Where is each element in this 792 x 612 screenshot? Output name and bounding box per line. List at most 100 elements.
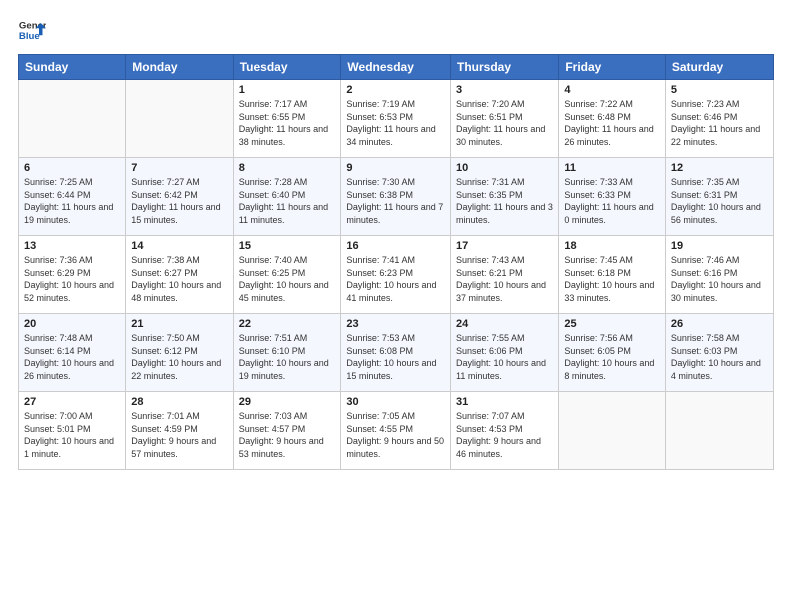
day-number: 22 (239, 318, 336, 330)
logo: General Blue (18, 16, 46, 44)
day-number: 4 (564, 84, 660, 96)
day-info: Sunrise: 7:28 AMSunset: 6:40 PMDaylight:… (239, 176, 336, 226)
header: General Blue (18, 16, 774, 44)
day-info: Sunrise: 7:51 AMSunset: 6:10 PMDaylight:… (239, 332, 336, 382)
day-number: 11 (564, 162, 660, 174)
day-info: Sunrise: 7:30 AMSunset: 6:38 PMDaylight:… (346, 176, 445, 226)
day-info: Sunrise: 7:03 AMSunset: 4:57 PMDaylight:… (239, 410, 336, 460)
day-info: Sunrise: 7:48 AMSunset: 6:14 PMDaylight:… (24, 332, 120, 382)
day-number: 19 (671, 240, 768, 252)
day-info: Sunrise: 7:19 AMSunset: 6:53 PMDaylight:… (346, 98, 445, 148)
day-cell: 21 Sunrise: 7:50 AMSunset: 6:12 PMDayligh… (126, 314, 233, 392)
day-info: Sunrise: 7:55 AMSunset: 6:06 PMDaylight:… (456, 332, 553, 382)
day-number: 26 (671, 318, 768, 330)
day-number: 24 (456, 318, 553, 330)
day-number: 20 (24, 318, 120, 330)
day-cell: 7 Sunrise: 7:27 AMSunset: 6:42 PMDaylight… (126, 158, 233, 236)
day-info: Sunrise: 7:33 AMSunset: 6:33 PMDaylight:… (564, 176, 660, 226)
day-cell: 18 Sunrise: 7:45 AMSunset: 6:18 PMDayligh… (559, 236, 666, 314)
day-info: Sunrise: 7:50 AMSunset: 6:12 PMDaylight:… (131, 332, 227, 382)
day-cell (126, 80, 233, 158)
week-row-1: 1 Sunrise: 7:17 AMSunset: 6:55 PMDaylight… (19, 80, 774, 158)
week-row-4: 20 Sunrise: 7:48 AMSunset: 6:14 PMDayligh… (19, 314, 774, 392)
day-cell: 28 Sunrise: 7:01 AMSunset: 4:59 PMDayligh… (126, 392, 233, 470)
day-number: 18 (564, 240, 660, 252)
day-number: 7 (131, 162, 227, 174)
day-info: Sunrise: 7:45 AMSunset: 6:18 PMDaylight:… (564, 254, 660, 304)
day-cell: 27Sunrise: 7:00 AMSunset: 5:01 PMDayligh… (19, 392, 126, 470)
day-cell (665, 392, 773, 470)
day-cell: 23Sunrise: 7:53 AMSunset: 6:08 PMDayligh… (341, 314, 451, 392)
day-cell: 16Sunrise: 7:41 AMSunset: 6:23 PMDayligh… (341, 236, 451, 314)
day-number: 17 (456, 240, 553, 252)
day-number: 21 (131, 318, 227, 330)
day-cell: 17 Sunrise: 7:43 AMSunset: 6:21 PMDayligh… (451, 236, 559, 314)
calendar-page: General Blue SundayMondayTuesdayWednesda… (0, 0, 792, 612)
day-cell: 8 Sunrise: 7:28 AMSunset: 6:40 PMDaylight… (233, 158, 341, 236)
day-number: 5 (671, 84, 768, 96)
day-number: 8 (239, 162, 336, 174)
day-info: Sunrise: 7:31 AMSunset: 6:35 PMDaylight:… (456, 176, 553, 226)
day-number: 29 (239, 396, 336, 408)
day-cell: 2 Sunrise: 7:19 AMSunset: 6:53 PMDaylight… (341, 80, 451, 158)
day-info: Sunrise: 7:27 AMSunset: 6:42 PMDaylight:… (131, 176, 227, 226)
day-cell: 19 Sunrise: 7:46 AMSunset: 6:16 PMDayligh… (665, 236, 773, 314)
day-number: 25 (564, 318, 660, 330)
day-number: 27 (24, 396, 120, 408)
day-number: 28 (131, 396, 227, 408)
day-cell: 5 Sunrise: 7:23 AMSunset: 6:46 PMDaylight… (665, 80, 773, 158)
day-number: 16 (346, 240, 445, 252)
day-info: Sunrise: 7:40 AMSunset: 6:25 PMDaylight:… (239, 254, 336, 304)
day-info: Sunrise: 7:38 AMSunset: 6:27 PMDaylight:… (131, 254, 227, 304)
day-number: 10 (456, 162, 553, 174)
day-cell: 6 Sunrise: 7:25 AMSunset: 6:44 PMDaylight… (19, 158, 126, 236)
day-cell: 24 Sunrise: 7:55 AMSunset: 6:06 PMDayligh… (451, 314, 559, 392)
day-cell: 30Sunrise: 7:05 AMSunset: 4:55 PMDayligh… (341, 392, 451, 470)
day-cell (559, 392, 666, 470)
col-header-tuesday: Tuesday (233, 55, 341, 80)
col-header-sunday: Sunday (19, 55, 126, 80)
day-info: Sunrise: 7:07 AMSunset: 4:53 PMDaylight:… (456, 410, 553, 460)
day-cell: 9Sunrise: 7:30 AMSunset: 6:38 PMDaylight… (341, 158, 451, 236)
day-number: 12 (671, 162, 768, 174)
day-cell (19, 80, 126, 158)
day-cell: 10 Sunrise: 7:31 AMSunset: 6:35 PMDayligh… (451, 158, 559, 236)
week-row-2: 6 Sunrise: 7:25 AMSunset: 6:44 PMDaylight… (19, 158, 774, 236)
col-header-saturday: Saturday (665, 55, 773, 80)
day-info: Sunrise: 7:17 AMSunset: 6:55 PMDaylight:… (239, 98, 336, 148)
day-cell: 13 Sunrise: 7:36 AMSunset: 6:29 PMDayligh… (19, 236, 126, 314)
day-info: Sunrise: 7:05 AMSunset: 4:55 PMDaylight:… (346, 410, 445, 460)
day-number: 14 (131, 240, 227, 252)
week-row-3: 13 Sunrise: 7:36 AMSunset: 6:29 PMDayligh… (19, 236, 774, 314)
day-number: 6 (24, 162, 120, 174)
day-number: 2 (346, 84, 445, 96)
calendar-table: SundayMondayTuesdayWednesdayThursdayFrid… (18, 54, 774, 470)
day-info: Sunrise: 7:23 AMSunset: 6:46 PMDaylight:… (671, 98, 768, 148)
day-info: Sunrise: 7:25 AMSunset: 6:44 PMDaylight:… (24, 176, 120, 226)
day-cell: 3 Sunrise: 7:20 AMSunset: 6:51 PMDaylight… (451, 80, 559, 158)
day-info: Sunrise: 7:36 AMSunset: 6:29 PMDaylight:… (24, 254, 120, 304)
day-number: 1 (239, 84, 336, 96)
col-header-wednesday: Wednesday (341, 55, 451, 80)
day-info: Sunrise: 7:58 AMSunset: 6:03 PMDaylight:… (671, 332, 768, 382)
week-row-5: 27Sunrise: 7:00 AMSunset: 5:01 PMDayligh… (19, 392, 774, 470)
day-cell: 11 Sunrise: 7:33 AMSunset: 6:33 PMDayligh… (559, 158, 666, 236)
day-cell: 12Sunrise: 7:35 AMSunset: 6:31 PMDayligh… (665, 158, 773, 236)
day-cell: 31 Sunrise: 7:07 AMSunset: 4:53 PMDayligh… (451, 392, 559, 470)
day-info: Sunrise: 7:46 AMSunset: 6:16 PMDaylight:… (671, 254, 768, 304)
svg-text:Blue: Blue (19, 31, 40, 42)
day-info: Sunrise: 7:56 AMSunset: 6:05 PMDaylight:… (564, 332, 660, 382)
day-info: Sunrise: 7:01 AMSunset: 4:59 PMDaylight:… (131, 410, 227, 460)
day-number: 3 (456, 84, 553, 96)
logo-icon: General Blue (18, 16, 46, 44)
day-cell: 14 Sunrise: 7:38 AMSunset: 6:27 PMDayligh… (126, 236, 233, 314)
day-info: Sunrise: 7:20 AMSunset: 6:51 PMDaylight:… (456, 98, 553, 148)
day-cell: 15 Sunrise: 7:40 AMSunset: 6:25 PMDayligh… (233, 236, 341, 314)
day-cell: 26 Sunrise: 7:58 AMSunset: 6:03 PMDayligh… (665, 314, 773, 392)
day-number: 13 (24, 240, 120, 252)
day-number: 15 (239, 240, 336, 252)
day-cell: 29 Sunrise: 7:03 AMSunset: 4:57 PMDayligh… (233, 392, 341, 470)
day-info: Sunrise: 7:43 AMSunset: 6:21 PMDaylight:… (456, 254, 553, 304)
day-number: 23 (346, 318, 445, 330)
day-number: 31 (456, 396, 553, 408)
